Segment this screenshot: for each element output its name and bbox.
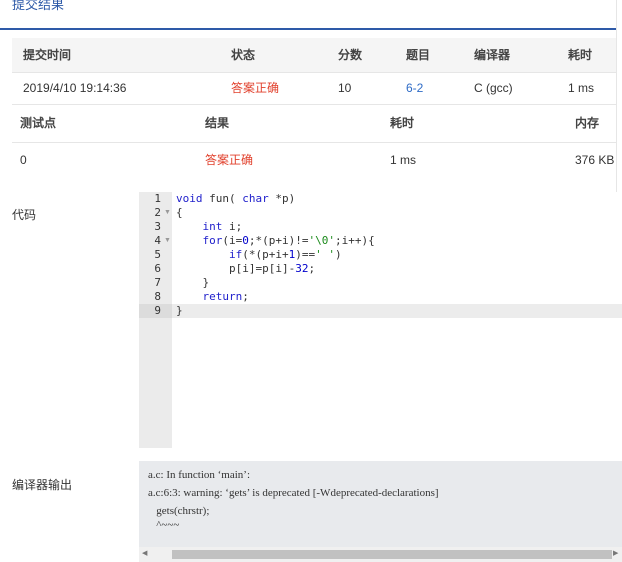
col-memory: 内存 <box>575 116 600 130</box>
code-label: 代码 <box>12 208 37 222</box>
col-compiler: 编译器 <box>474 48 511 62</box>
col-elapsed: 耗时 <box>568 48 593 62</box>
code-line: if(*(p+i+1)==' ') <box>228 248 342 261</box>
compiler-line: ^~~~ <box>148 519 180 531</box>
page-title: 提交结果 <box>12 0 65 12</box>
col-result: 结果 <box>205 116 230 130</box>
problem-link[interactable]: 6-2 <box>406 72 423 104</box>
fold-arrow-icon[interactable]: ▼ <box>164 206 171 220</box>
line-number: 3 <box>154 220 161 233</box>
col-problem: 题目 <box>406 48 431 62</box>
scroll-right-icon[interactable]: ▶ <box>613 549 618 557</box>
fold-arrow-icon[interactable]: ▼ <box>164 234 171 248</box>
line-number: 7 <box>154 276 161 289</box>
test-elapsed: 1 ms <box>390 153 417 167</box>
testcase-header-row: 测试点 结果 耗时 内存 <box>12 104 616 143</box>
compiler-output-panel: a.c: In function ‘main’: a.c:6:3: warnin… <box>139 461 622 562</box>
compiler-line: a.c:6:3: warning: ‘gets’ is deprecated [… <box>148 487 439 499</box>
line-number-gutter: 1 2 3 4 5 6 7 8 9 ▼ ▼ <box>139 192 172 448</box>
active-line-highlight <box>172 304 622 318</box>
code-line: return; <box>202 290 249 303</box>
code-line: { <box>176 206 183 219</box>
horizontal-scrollbar[interactable]: ◀ ▶ <box>139 547 622 562</box>
col-submit-time: 提交时间 <box>23 48 72 62</box>
test-result-badge: 答案正确 <box>205 153 254 167</box>
submit-time: 2019/4/10 19:14:36 <box>23 81 127 95</box>
col-status: 状态 <box>231 48 256 62</box>
test-memory: 376 KB <box>575 153 615 167</box>
line-number: 9 <box>154 304 161 317</box>
scrollbar-thumb[interactable] <box>172 550 612 559</box>
code-line: } <box>176 304 183 317</box>
line-number: 5 <box>154 248 161 261</box>
compiler-line: gets(chrstr); <box>148 505 210 517</box>
col-test-point: 测试点 <box>20 116 57 130</box>
result-header: 提交结果 <box>0 0 616 30</box>
line-number: 1 <box>154 192 161 205</box>
code-line: p[i]=p[i]-32; <box>176 262 316 275</box>
compiler-output-label: 编译器输出 <box>12 478 73 492</box>
code-line: for(i=0;*(p+i)!='\0';i++){ <box>202 234 375 247</box>
line-number: 2 <box>154 206 161 219</box>
col-score: 分数 <box>338 48 363 62</box>
line-number: 6 <box>154 262 161 275</box>
table-row: 2019/4/10 19:14:36 答案正确 10 6-2 C (gcc) 1… <box>12 72 616 105</box>
test-point-id: 0 <box>20 153 27 167</box>
compiler-line: a.c: In function ‘main’: <box>148 469 251 481</box>
submission-header-row: 提交时间 状态 分数 题目 编译器 耗时 <box>12 38 616 73</box>
code-line: int i; <box>202 220 243 233</box>
status-badge: 答案正确 <box>231 81 280 95</box>
elapsed-value: 1 ms <box>568 81 595 95</box>
table-row: 0 答案正确 1 ms 376 KB <box>12 142 616 178</box>
compiler-value: C (gcc) <box>474 81 513 95</box>
col-test-elapsed: 耗时 <box>390 116 415 130</box>
code-line: } <box>176 276 210 289</box>
score-value: 10 <box>338 81 352 95</box>
line-number: 8 <box>154 290 161 303</box>
scroll-left-icon[interactable]: ◀ <box>142 549 147 557</box>
code-editor[interactable]: 1 2 3 4 5 6 7 8 9 ▼ ▼ void fun( char *p)… <box>139 192 622 448</box>
line-number: 4 <box>154 234 161 247</box>
code-line: void fun( char *p) <box>176 192 296 205</box>
